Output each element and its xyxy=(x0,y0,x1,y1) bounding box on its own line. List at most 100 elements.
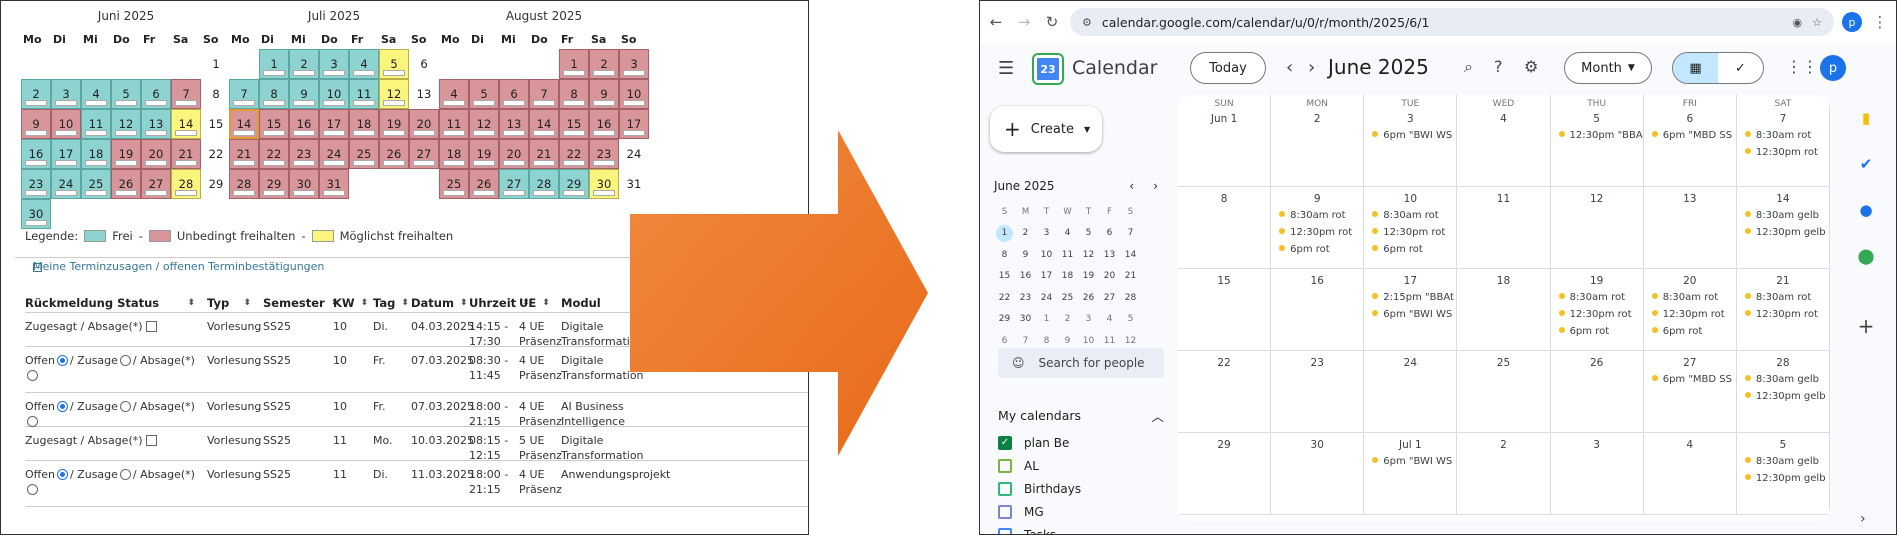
day-cell[interactable]: 9 xyxy=(589,79,619,109)
mini-day[interactable]: 1 xyxy=(1036,309,1057,331)
day-cell[interactable]: 8 xyxy=(1178,187,1272,268)
day-cell[interactable]: 7 xyxy=(529,79,559,109)
day-cell[interactable]: 11 xyxy=(81,109,111,139)
day-cell[interactable]: THU 5 12:30pm "BBA xyxy=(1551,95,1644,186)
mini-day[interactable]: 4 xyxy=(1099,309,1120,331)
day-cell[interactable]: 2 xyxy=(589,49,619,79)
column-header[interactable]: Semester ⬍ xyxy=(263,296,338,310)
day-cell[interactable]: 27 xyxy=(409,139,439,169)
column-header[interactable]: UE ⬍ xyxy=(519,296,561,310)
event-chip[interactable]: 8:30am gelb xyxy=(1737,371,1829,388)
day-cell[interactable]: 14 xyxy=(229,109,259,139)
column-header[interactable]: Rückmeldung Status ⬍ xyxy=(25,296,207,310)
mini-day[interactable]: 20 xyxy=(1099,266,1120,288)
day-cell[interactable]: 9 xyxy=(289,79,319,109)
day-cell[interactable]: 4 xyxy=(349,49,379,79)
day-cell[interactable]: 13 xyxy=(499,109,529,139)
day-cell[interactable]: 29 xyxy=(1178,433,1272,514)
event-chip[interactable]: 12:30pm gelb xyxy=(1737,388,1829,405)
day-number[interactable]: 20 xyxy=(1644,273,1736,289)
day-cell[interactable]: MON 2 xyxy=(1271,95,1365,186)
mini-day[interactable]: 18 xyxy=(1057,266,1078,288)
address-bar[interactable]: ⚙ calendar.google.com/calendar/u/0/r/mon… xyxy=(1070,8,1834,36)
mini-day[interactable]: 22 xyxy=(994,287,1015,309)
day-number[interactable]: Jul 1 xyxy=(1364,437,1456,453)
event-chip[interactable]: 8:30am rot xyxy=(1737,127,1829,144)
mini-day[interactable]: 6 xyxy=(1099,223,1120,245)
bookmark-star-icon[interactable]: ☆ xyxy=(1812,16,1822,29)
column-header[interactable]: KW ⬍ xyxy=(333,296,373,310)
absage-radio[interactable] xyxy=(27,370,38,381)
view-switcher[interactable]: Month ▼ xyxy=(1564,52,1652,84)
day-cell[interactable]: 28 xyxy=(171,169,201,199)
maps-icon[interactable]: ⬤ xyxy=(1846,233,1886,279)
privacy-icon[interactable]: ◉ xyxy=(1793,16,1803,29)
day-cell[interactable]: TUE 3 6pm "BWI WS xyxy=(1364,95,1458,186)
mini-day[interactable]: 7 xyxy=(1120,223,1141,245)
day-cell[interactable]: 26 xyxy=(1551,351,1644,432)
day-cell[interactable]: 14 xyxy=(529,109,559,139)
mini-day[interactable]: 25 xyxy=(1057,287,1078,309)
day-cell[interactable]: 21 xyxy=(229,139,259,169)
calendar-tasks-toggle[interactable]: ▦ ✓ xyxy=(1672,52,1764,84)
collapse-chevron-icon[interactable]: ︿ xyxy=(1151,406,1164,425)
day-cell[interactable]: 22 xyxy=(259,139,289,169)
day-cell[interactable]: 9 xyxy=(21,109,51,139)
day-cell[interactable]: 25 xyxy=(439,169,469,199)
event-chip[interactable]: 12:30pm rot xyxy=(1737,306,1829,323)
mini-prev-icon[interactable]: ‹ xyxy=(1129,179,1134,193)
event-chip[interactable]: 12:30pm rot xyxy=(1737,144,1829,161)
event-chip[interactable]: 8:30am gelb xyxy=(1737,453,1829,470)
event-chip[interactable]: 12:30pm rot xyxy=(1271,224,1363,241)
day-cell[interactable]: 10 xyxy=(51,109,81,139)
day-cell[interactable]: 1 xyxy=(559,49,589,79)
day-cell[interactable]: 27 6pm "MBD SS xyxy=(1644,351,1737,432)
day-cell[interactable]: 2 xyxy=(289,49,319,79)
mini-day[interactable]: 3 xyxy=(1036,223,1057,245)
absage-checkbox[interactable] xyxy=(145,435,157,446)
day-cell[interactable]: 3 xyxy=(51,79,81,109)
day-cell[interactable]: 4 xyxy=(81,79,111,109)
mini-day[interactable]: 2 xyxy=(1057,309,1078,331)
absage-checkbox[interactable] xyxy=(145,321,157,332)
mini-day[interactable]: 21 xyxy=(1120,266,1141,288)
day-number[interactable]: 13 xyxy=(1644,191,1736,207)
calendar-item[interactable]: ✓ plan Be xyxy=(998,431,1164,454)
day-number[interactable]: 10 xyxy=(1364,191,1456,207)
day-cell[interactable]: 27 xyxy=(141,169,171,199)
event-chip[interactable]: 8:30am gelb xyxy=(1737,207,1829,224)
day-cell[interactable]: 20 8:30am rot 12:30pm rot 6pm rot xyxy=(1644,269,1737,350)
event-chip[interactable]: 6pm "BWI WS xyxy=(1364,453,1456,470)
day-cell[interactable]: 28 xyxy=(529,169,559,199)
day-cell[interactable]: 17 2:15pm "BBAt 6pm "BWI WS xyxy=(1364,269,1458,350)
day-cell[interactable]: 24 xyxy=(51,169,81,199)
sort-icon[interactable]: ⬍ xyxy=(187,298,201,308)
day-cell[interactable]: 12 xyxy=(469,109,499,139)
zusage-radio[interactable] xyxy=(119,355,131,366)
absage-radio[interactable] xyxy=(27,484,38,495)
day-number[interactable]: 29 xyxy=(1178,437,1270,453)
calendar-view-icon[interactable]: ▦ xyxy=(1673,53,1718,83)
day-cell[interactable]: 13 xyxy=(141,109,171,139)
absage-radio[interactable] xyxy=(27,416,38,427)
day-cell[interactable]: 26 xyxy=(469,169,499,199)
day-cell[interactable]: 18 xyxy=(1457,269,1551,350)
day-cell[interactable]: 15 xyxy=(559,109,589,139)
tasks-view-icon[interactable]: ✓ xyxy=(1718,53,1763,83)
apps-grid-icon[interactable]: ⋮⋮ xyxy=(1786,57,1818,76)
day-cell[interactable]: 10 8:30am rot 12:30pm rot 6pm rot xyxy=(1364,187,1458,268)
day-number[interactable]: 27 xyxy=(1644,355,1736,371)
calendar-item[interactable]: Birthdays xyxy=(998,477,1164,500)
event-chip[interactable]: 12:30pm gelb xyxy=(1737,224,1829,241)
day-cell[interactable]: 15 xyxy=(1178,269,1272,350)
day-cell[interactable]: 12 xyxy=(379,79,409,109)
mini-day[interactable]: 26 xyxy=(1078,287,1099,309)
offen-radio[interactable] xyxy=(56,355,68,366)
mini-day[interactable]: 17 xyxy=(1036,266,1057,288)
day-cell[interactable]: 4 xyxy=(1644,433,1737,514)
day-number[interactable]: 5 xyxy=(1551,111,1643,127)
mini-day[interactable]: 12 xyxy=(1078,244,1099,266)
day-cell[interactable]: 5 8:30am gelb 12:30pm gelb xyxy=(1737,433,1830,514)
previous-month-icon[interactable]: ‹ xyxy=(1286,57,1293,78)
day-cell[interactable]: 22 xyxy=(559,139,589,169)
